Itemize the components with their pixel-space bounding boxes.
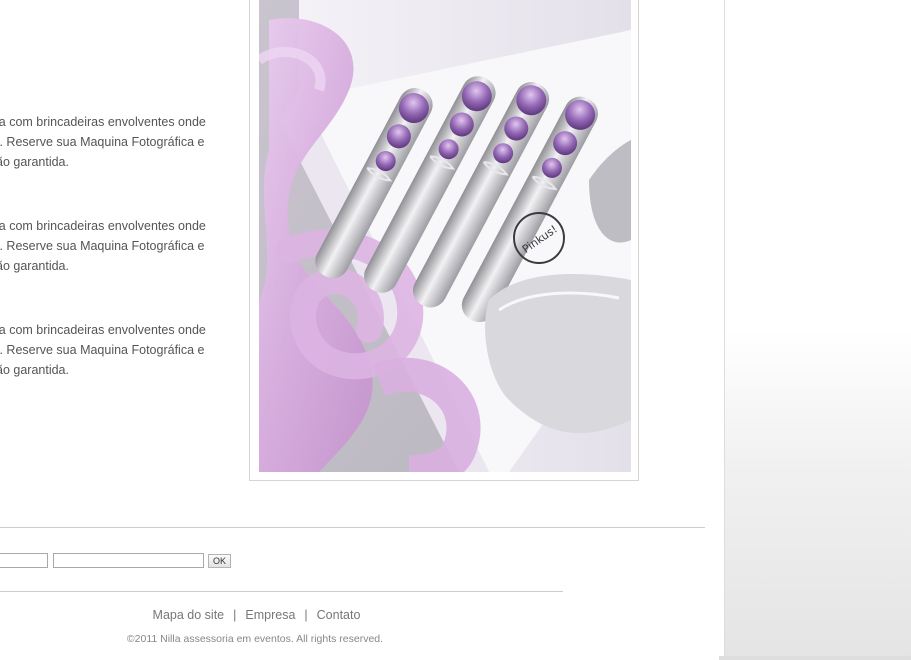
snippet-line: r. Reserve sua Maquina Fotográfica e — [0, 343, 205, 357]
content-divider — [0, 527, 705, 528]
product-photo: Pinkus! — [259, 0, 631, 472]
ok-button[interactable]: OK — [208, 554, 231, 568]
snippet-line: ão garantida. — [0, 155, 69, 169]
name-field[interactable] — [0, 553, 48, 568]
snippet-line: ão garantida. — [0, 363, 69, 377]
description-snippet: la com brincadeiras envolventes onde r. … — [0, 112, 226, 172]
snippet-line: la com brincadeiras envolventes onde — [0, 219, 206, 233]
right-sidebar-panel — [724, 0, 911, 660]
description-snippet: la com brincadeiras envolventes onde r. … — [0, 216, 226, 276]
photo-frame: Pinkus! — [249, 0, 639, 481]
company-link[interactable]: Empresa — [245, 608, 295, 622]
snippet-line: ão garantida. — [0, 259, 69, 273]
copyright-text: ©2011 Nilla assessoria em eventos. All r… — [126, 633, 384, 645]
email-field[interactable] — [53, 553, 204, 568]
footer-nav: Mapa do site | Empresa | Contato — [0, 608, 513, 622]
snippet-line: r. Reserve sua Maquina Fotográfica e — [0, 135, 205, 149]
footer-separator: | — [304, 608, 308, 622]
sidebar-bottom-edge — [719, 656, 911, 660]
description-snippet: la com brincadeiras envolventes onde r. … — [0, 320, 226, 380]
cutlery-set-illustration: Pinkus! — [259, 0, 631, 472]
snippet-line: la com brincadeiras envolventes onde — [0, 115, 206, 129]
contact-link[interactable]: Contato — [317, 608, 361, 622]
snippet-line: la com brincadeiras envolventes onde — [0, 323, 206, 337]
snippet-line: r. Reserve sua Maquina Fotográfica e — [0, 239, 205, 253]
footer-divider — [0, 591, 563, 592]
sitemap-link[interactable]: Mapa do site — [153, 608, 225, 622]
footer-separator: | — [233, 608, 237, 622]
